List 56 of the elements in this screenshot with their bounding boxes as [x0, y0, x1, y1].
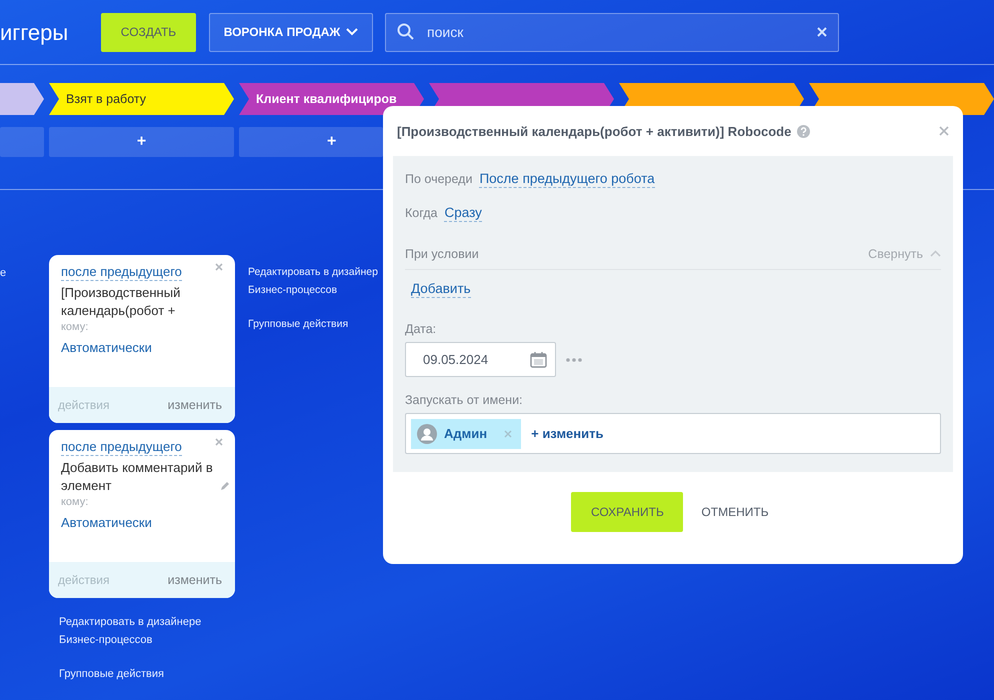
change-user-link[interactable]: + изменить: [531, 426, 604, 441]
order-link[interactable]: после предыдущего: [61, 263, 182, 281]
user-chip[interactable]: Админ: [411, 418, 522, 448]
robot-card[interactable]: после предыдущего Добавить комментарий в элемент кому: Автоматически действия изменить: [49, 430, 235, 598]
change-link[interactable]: изменить: [168, 398, 222, 412]
robot-title: [Производственный календарь(робот +: [61, 284, 182, 320]
search-icon: [397, 22, 415, 40]
stage-tab[interactable]: [0, 83, 44, 115]
column-link[interactable]: Редактировать в дизайнер Бизнес-процессов: [248, 263, 382, 299]
add-button[interactable]: +: [239, 127, 383, 157]
date-field[interactable]: 09.05.2024: [405, 342, 556, 377]
remove-icon[interactable]: [504, 430, 512, 438]
avatar-icon: [417, 424, 437, 444]
close-icon[interactable]: [939, 126, 949, 136]
create-button[interactable]: СОЗДАТЬ: [101, 12, 196, 52]
order-value[interactable]: После предыдущего робота: [479, 170, 655, 188]
column-link[interactable]: Групповые действия: [59, 665, 224, 683]
field-label: При условии: [405, 246, 479, 260]
pencil-icon[interactable]: [219, 480, 231, 492]
change-link[interactable]: изменить: [168, 573, 222, 587]
page-title: иггеры: [0, 20, 70, 46]
more-icon[interactable]: [566, 358, 582, 362]
calendar-icon[interactable]: [530, 351, 547, 368]
stage-tab[interactable]: Взят в работу: [49, 83, 234, 115]
robot-title: Добавить комментарий в элемент: [61, 459, 214, 495]
stage-tab[interactable]: Клиент квалифициров: [239, 83, 424, 115]
chevron-up-icon[interactable]: [930, 250, 941, 257]
field-label: Дата:: [405, 322, 438, 336]
when-value[interactable]: Сразу: [444, 204, 482, 222]
close-icon[interactable]: [215, 438, 223, 446]
field-label: По очереди: [405, 172, 472, 186]
column-link[interactable]: Редактировать в дизайнере Бизнес-процессов: [59, 613, 224, 649]
order-link[interactable]: после предыдущего: [61, 438, 182, 456]
designer-link[interactable]: е: [0, 267, 6, 279]
recipient-value[interactable]: Автоматически: [61, 515, 152, 530]
close-icon[interactable]: [215, 263, 223, 271]
recipient-value[interactable]: Автоматически: [61, 340, 152, 355]
column-link[interactable]: Групповые действия: [248, 315, 382, 333]
actions-link: действия: [58, 573, 110, 587]
dialog-title: [Производственный календарь(робот + активити)] Robocode: [397, 124, 792, 138]
chevron-down-icon: [346, 28, 358, 36]
field-label: Когда: [405, 206, 438, 220]
recipient-label: кому:: [61, 320, 90, 334]
add-button[interactable]: +: [49, 127, 234, 157]
robot-card[interactable]: после предыдущего [Производственный календарь(робот + кому: Автоматически действия изменить: [49, 255, 235, 423]
help-icon[interactable]: [797, 124, 810, 138]
clear-icon[interactable]: [817, 26, 827, 36]
funnel-dropdown[interactable]: ВОРОНКА ПРОДАЖ: [209, 12, 373, 52]
field-label: Запускать от имени:: [405, 393, 524, 407]
user-selector[interactable]: Админ + изменить: [405, 413, 941, 454]
actions-link: действия: [58, 398, 110, 412]
add-tile[interactable]: [0, 127, 44, 157]
recipient-label: кому:: [61, 495, 90, 509]
cancel-button[interactable]: ОТМЕНИТЬ: [695, 492, 775, 532]
save-button[interactable]: СОХРАНИТЬ: [571, 492, 684, 532]
add-condition-link[interactable]: Добавить: [411, 280, 471, 298]
